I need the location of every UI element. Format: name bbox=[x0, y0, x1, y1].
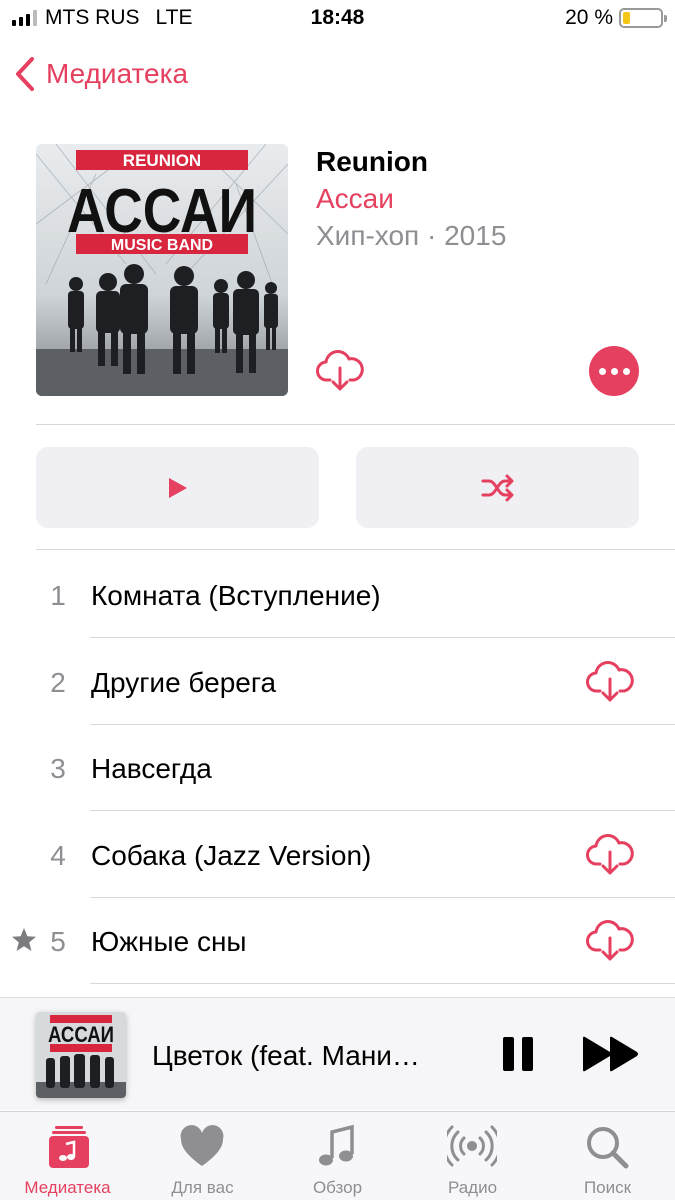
album-cover-art: REUNION АССАИ MUSIC BAND bbox=[36, 144, 288, 396]
album-title: Reunion bbox=[316, 146, 428, 177]
album-cover[interactable]: REUNION АССАИ MUSIC BAND bbox=[36, 144, 288, 396]
tab-browse[interactable]: Обзор bbox=[270, 1122, 405, 1200]
cloud-download-icon[interactable] bbox=[586, 660, 634, 705]
chevron-left-icon bbox=[16, 57, 34, 91]
track-number: 2 bbox=[50, 666, 66, 698]
play-icon bbox=[168, 477, 187, 498]
star-icon bbox=[12, 928, 36, 951]
cloud-download-icon[interactable] bbox=[586, 833, 634, 878]
album-artist-link[interactable]: Ассаи bbox=[316, 183, 394, 215]
music-note-icon bbox=[319, 1124, 354, 1166]
status-right: 20 % bbox=[565, 6, 667, 30]
back-label: Медиатека bbox=[46, 58, 189, 89]
back-button[interactable]: Медиатека bbox=[14, 56, 188, 92]
track-number: 3 bbox=[50, 753, 66, 784]
battery-icon bbox=[619, 8, 667, 28]
cloud-download-icon bbox=[316, 350, 364, 391]
mini-player[interactable]: АССАИ Цветок (feat. Мани… bbox=[0, 997, 675, 1110]
battery-tip bbox=[664, 15, 667, 22]
tab-label: Для вас bbox=[171, 1178, 234, 1197]
track-title: Собака (Jazz Version) bbox=[91, 839, 372, 871]
album-meta: Хип-хоп · 2015 bbox=[316, 220, 507, 251]
library-icon bbox=[49, 1126, 89, 1168]
mini-player-cover[interactable]: АССАИ bbox=[36, 1012, 126, 1098]
next-track-button[interactable] bbox=[582, 1036, 640, 1072]
header-divider bbox=[36, 424, 675, 425]
more-dot bbox=[622, 367, 630, 375]
track-divider bbox=[90, 983, 675, 984]
track-number: 4 bbox=[50, 839, 66, 871]
fast-forward-icon bbox=[583, 1036, 638, 1072]
track-row[interactable]: 4 Собака (Jazz Version) bbox=[0, 812, 675, 898]
track-number: 5 bbox=[50, 926, 66, 957]
tab-radio[interactable]: Радио bbox=[405, 1122, 540, 1200]
mini-cover-art: АССАИ bbox=[36, 1012, 126, 1098]
tab-bar: Медиатека Для вас Обзор Радио Поиск bbox=[0, 1111, 675, 1200]
shuffle-icon bbox=[481, 474, 513, 501]
track-title: Навсегда bbox=[91, 753, 212, 784]
more-dot bbox=[598, 367, 606, 375]
cover-top-text: REUNION bbox=[123, 151, 201, 170]
track-title: Другие берега bbox=[91, 666, 277, 698]
cover-bottom-text: MUSIC BAND bbox=[111, 237, 213, 254]
track-row[interactable]: 5 Южные сны bbox=[0, 898, 675, 984]
track-row[interactable]: 3 Навсегда bbox=[0, 725, 675, 811]
shuffle-button[interactable] bbox=[356, 447, 639, 528]
pause-icon bbox=[503, 1037, 533, 1071]
heart-icon bbox=[180, 1125, 224, 1166]
now-playing-title: Цветок (feat. Мани… bbox=[152, 1040, 420, 1071]
tab-for-you[interactable]: Для вас bbox=[135, 1122, 270, 1200]
battery-fill bbox=[623, 12, 630, 24]
tab-label: Обзор bbox=[312, 1178, 363, 1197]
track-title: Южные сны bbox=[91, 926, 247, 957]
track-row[interactable]: 2 Другие берега bbox=[0, 639, 675, 725]
pause-button[interactable] bbox=[500, 1036, 536, 1072]
track-title: Комната (Вступление) bbox=[91, 580, 381, 611]
track-number: 1 bbox=[50, 580, 66, 611]
mini-cover-text: АССАИ bbox=[48, 1022, 114, 1047]
track-row[interactable]: 1 Комната (Вступление) bbox=[0, 552, 675, 638]
cloud-download-icon[interactable] bbox=[586, 920, 634, 964]
tab-label: Медиатека bbox=[24, 1178, 111, 1197]
more-dot bbox=[610, 367, 618, 375]
battery-percent: 20 % bbox=[565, 6, 613, 29]
search-icon bbox=[587, 1127, 629, 1169]
more-button[interactable] bbox=[589, 346, 639, 396]
album-download-button[interactable] bbox=[316, 350, 364, 394]
tab-label: Поиск bbox=[583, 1178, 632, 1197]
status-bar: MTS RUS LTE 18:48 20 % bbox=[0, 0, 675, 38]
play-button[interactable] bbox=[36, 447, 319, 528]
tab-library[interactable]: Медиатека bbox=[0, 1122, 135, 1200]
tab-search[interactable]: Поиск bbox=[540, 1122, 675, 1200]
tab-label: Радио bbox=[447, 1178, 498, 1197]
list-top-divider bbox=[36, 549, 675, 550]
radio-icon bbox=[447, 1125, 497, 1167]
